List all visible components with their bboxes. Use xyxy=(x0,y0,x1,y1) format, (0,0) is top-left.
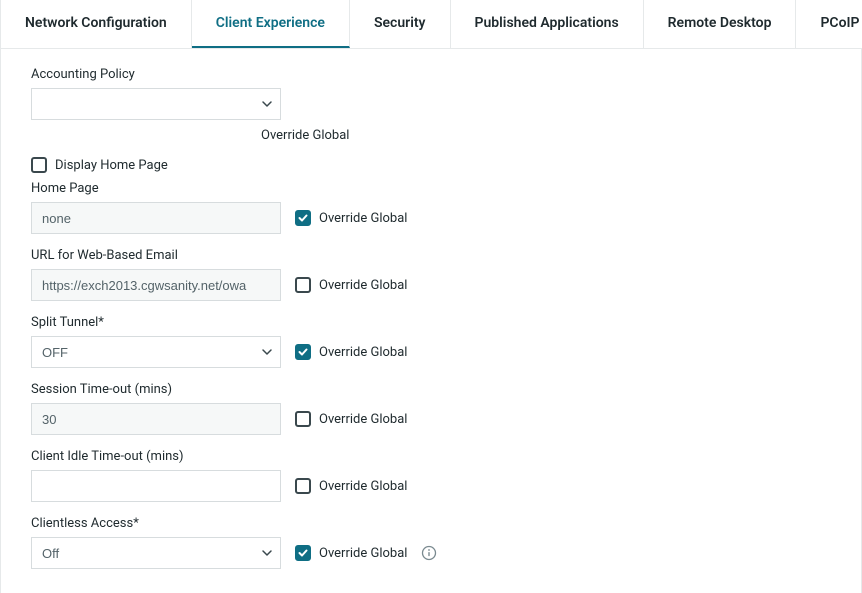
split-tunnel-override-label: Override Global xyxy=(319,345,407,360)
field-clientless-access: Clientless Access* Off Override Global xyxy=(31,516,831,569)
tab-pcoip[interactable]: PCoIP xyxy=(796,0,862,48)
field-session-timeout: Session Time-out (mins) Override Global xyxy=(31,382,831,435)
url-web-email-label: URL for Web-Based Email xyxy=(31,248,831,263)
tab-client-experience[interactable]: Client Experience xyxy=(192,0,350,48)
client-idle-timeout-label: Client Idle Time-out (mins) xyxy=(31,449,831,464)
session-timeout-override-label: Override Global xyxy=(319,412,407,427)
field-client-idle-timeout: Client Idle Time-out (mins) Override Glo… xyxy=(31,449,831,502)
display-home-page-checkbox[interactable] xyxy=(31,157,47,173)
field-home-page: Home Page Override Global xyxy=(31,181,831,234)
split-tunnel-override-checkbox[interactable] xyxy=(295,344,311,360)
clientless-access-select[interactable]: Off xyxy=(31,537,281,569)
display-home-page-label: Display Home Page xyxy=(55,158,168,173)
session-timeout-input[interactable] xyxy=(31,403,281,435)
client-experience-form: Accounting Policy Override Global Displa… xyxy=(1,49,861,569)
url-web-email-override-checkbox[interactable] xyxy=(295,277,311,293)
home-page-override-checkbox[interactable] xyxy=(295,210,311,226)
accounting-policy-select[interactable] xyxy=(31,88,281,120)
tab-published-applications[interactable]: Published Applications xyxy=(451,0,644,48)
settings-panel: Network Configuration Client Experience … xyxy=(0,0,862,593)
tab-security[interactable]: Security xyxy=(350,0,451,48)
clientless-access-override-label: Override Global xyxy=(319,546,407,561)
info-icon[interactable] xyxy=(421,545,437,561)
field-url-web-email: URL for Web-Based Email Override Global xyxy=(31,248,831,301)
tabs-bar: Network Configuration Client Experience … xyxy=(1,0,861,49)
client-idle-timeout-override-checkbox[interactable] xyxy=(295,478,311,494)
split-tunnel-label: Split Tunnel* xyxy=(31,315,831,330)
split-tunnel-select[interactable]: OFF xyxy=(31,336,281,368)
client-idle-timeout-input[interactable] xyxy=(31,470,281,502)
session-timeout-override-checkbox[interactable] xyxy=(295,411,311,427)
display-home-page-row: Display Home Page xyxy=(31,157,831,173)
tab-network-configuration[interactable]: Network Configuration xyxy=(1,0,192,48)
url-web-email-override-label: Override Global xyxy=(319,278,407,293)
field-split-tunnel: Split Tunnel* OFF Override Global xyxy=(31,315,831,368)
clientless-access-override-checkbox[interactable] xyxy=(295,545,311,561)
accounting-policy-override-text: Override Global xyxy=(261,128,831,143)
session-timeout-label: Session Time-out (mins) xyxy=(31,382,831,397)
home-page-override-label: Override Global xyxy=(319,211,407,226)
home-page-input[interactable] xyxy=(31,202,281,234)
url-web-email-input[interactable] xyxy=(31,269,281,301)
clientless-access-label: Clientless Access* xyxy=(31,516,831,531)
accounting-policy-label: Accounting Policy xyxy=(31,67,831,82)
client-idle-timeout-override-label: Override Global xyxy=(319,479,407,494)
home-page-label: Home Page xyxy=(31,181,831,196)
tab-remote-desktop[interactable]: Remote Desktop xyxy=(644,0,797,48)
field-accounting-policy: Accounting Policy Override Global xyxy=(31,67,831,143)
